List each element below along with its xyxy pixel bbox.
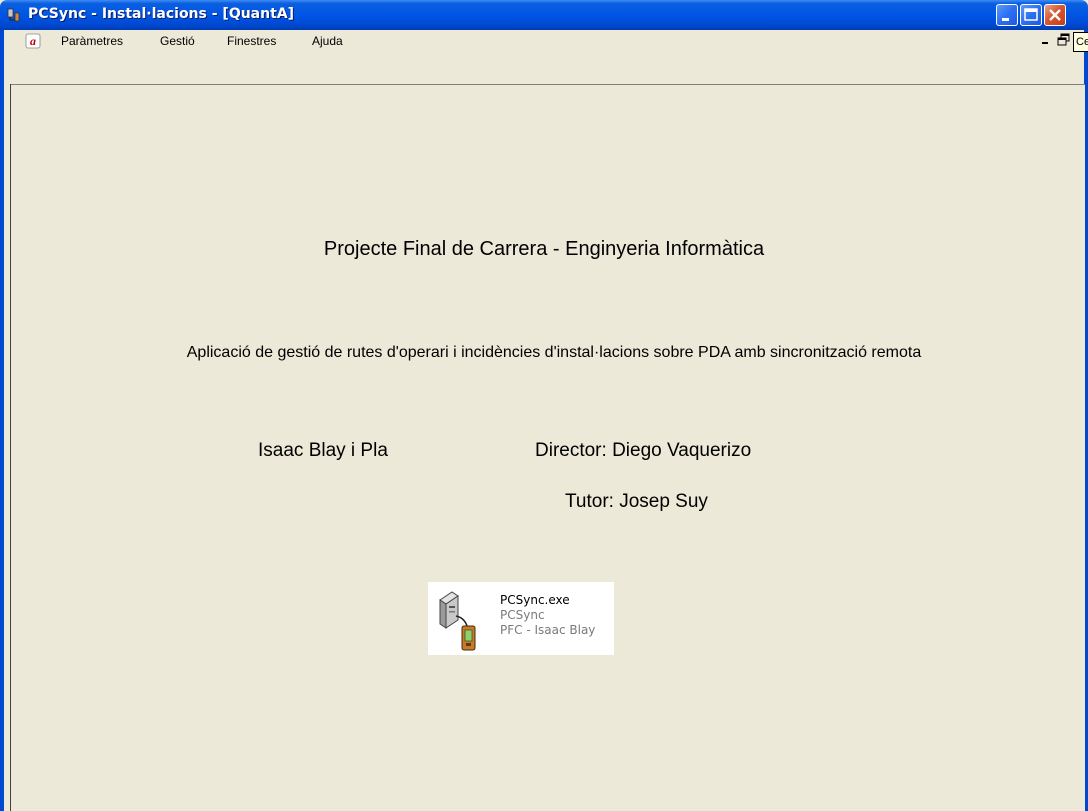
window-frame-left — [0, 30, 4, 811]
menu-item-ajuda[interactable]: Ajuda — [312, 34, 343, 48]
minimize-button[interactable] — [996, 4, 1018, 26]
child-restore-icon[interactable] — [1056, 32, 1072, 48]
menu-bar: a Paràmetres Gestió Finestres Ajuda — [4, 30, 1084, 53]
menu-item-gestio[interactable]: Gestió — [160, 34, 195, 48]
client-edge — [10, 84, 11, 811]
menu-item-parametres[interactable]: Paràmetres — [61, 34, 123, 48]
maximize-button[interactable] — [1020, 4, 1042, 26]
file-tile[interactable]: PCSync.exe PCSync PFC - Isaac Blay — [428, 582, 614, 655]
maximize-icon — [1024, 8, 1038, 21]
project-subtitle: Aplicació de gestió de rutes d'operari i… — [186, 344, 922, 361]
file-company: PFC - Isaac Blay — [500, 623, 596, 637]
pda-computer-sync-icon — [439, 591, 476, 651]
close-button[interactable] — [1044, 4, 1066, 26]
project-heading: Projecte Final de Carrera - Enginyeria I… — [323, 238, 765, 260]
tooltip: Ce — [1073, 32, 1088, 52]
director-name: Director: Diego Vaquerizo — [535, 440, 752, 461]
author-name: Isaac Blay i Pla — [258, 440, 388, 461]
file-description: PCSync — [500, 608, 545, 622]
window-title: PCSync - Instal·lacions - [QuantA] — [28, 6, 295, 22]
close-icon — [1049, 9, 1061, 21]
title-bar[interactable]: PCSync - Instal·lacions - [QuantA] — [0, 0, 1088, 30]
app-sync-icon — [7, 8, 20, 22]
svg-text:a: a — [30, 34, 36, 48]
minimize-icon — [1002, 18, 1009, 21]
app-window: PCSync - Instal·lacions - [QuantA] a Par… — [0, 0, 1088, 811]
child-minimize-icon[interactable] — [1038, 32, 1054, 48]
mdi-document-icon[interactable]: a — [25, 33, 41, 49]
file-name: PCSync.exe — [500, 593, 570, 607]
menu-item-finestres[interactable]: Finestres — [227, 34, 276, 48]
tutor-name: Tutor: Josep Suy — [565, 491, 708, 512]
